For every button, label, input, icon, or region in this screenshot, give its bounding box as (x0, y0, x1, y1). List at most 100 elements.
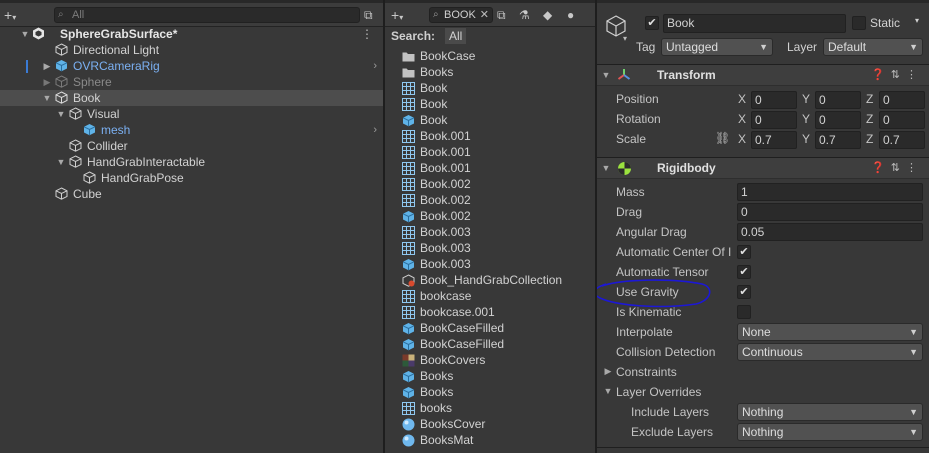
project-asset-item[interactable]: Book (385, 112, 595, 128)
automatic-tensor-checkbox[interactable]: ✔ (737, 265, 751, 279)
project-asset-item[interactable]: Book.002 (385, 176, 595, 192)
project-asset-item[interactable]: Book.003 (385, 256, 595, 272)
project-asset-item[interactable]: BookCaseFilled (385, 320, 595, 336)
search-scope-tab-all[interactable]: All (445, 28, 467, 44)
asset-label: BookCase (420, 49, 476, 63)
mass-field[interactable]: 1 (737, 183, 923, 201)
scale-x-field[interactable]: 0.7 (751, 131, 797, 149)
expand-arrow-icon[interactable]: ▼ (56, 154, 66, 170)
project-asset-item[interactable]: BooksMat (385, 432, 595, 448)
project-asset-item[interactable]: Book.001 (385, 128, 595, 144)
hierarchy-item[interactable]: Directional Light (0, 42, 383, 58)
search-filter-icon[interactable]: ⧉ (497, 7, 506, 23)
collapse-arrow-icon[interactable]: ▶ (42, 58, 52, 74)
expand-arrow-icon[interactable]: ▼ (601, 70, 611, 80)
gameobject-icon (83, 171, 96, 184)
rotation-z-field[interactable]: 0 (879, 111, 925, 129)
project-asset-item[interactable]: Book.001 (385, 160, 595, 176)
filter-by-label-icon[interactable]: ◆ (543, 7, 552, 23)
hierarchy-item-sphere[interactable]: ▶ Sphere (0, 74, 383, 90)
tag-dropdown[interactable]: Untagged ▼ (661, 38, 773, 56)
project-asset-item[interactable]: Book.002 (385, 192, 595, 208)
create-plus-button[interactable]: +▾ (391, 7, 403, 23)
include-layers-dropdown[interactable]: Nothing ▼ (737, 403, 923, 421)
project-asset-item[interactable]: BooksCover (385, 416, 595, 432)
project-asset-item[interactable]: Book.003 (385, 240, 595, 256)
hierarchy-item-handgrabpose[interactable]: HandGrabPose (0, 170, 383, 186)
expand-arrow-icon[interactable]: ▼ (603, 386, 613, 396)
use-gravity-checkbox[interactable]: ✔ (737, 285, 751, 299)
hidden-packages-icon[interactable]: ● (567, 7, 574, 23)
layer-dropdown[interactable]: Default ▼ (823, 38, 923, 56)
project-search-input[interactable]: ⌕ BOOK ✕ (429, 7, 493, 23)
rigidbody-header[interactable]: ▼ Rigidbody ❓⇅⋮ (597, 157, 929, 179)
scale-z-field[interactable]: 0.7 (879, 131, 925, 149)
clear-search-icon[interactable]: ✕ (480, 8, 489, 22)
project-asset-item[interactable]: Books (385, 384, 595, 400)
project-asset-item[interactable]: Books (385, 368, 595, 384)
interpolate-dropdown[interactable]: None ▼ (737, 323, 923, 341)
static-dropdown-caret-icon[interactable]: ▾ (915, 16, 919, 25)
rotation-x-field[interactable]: 0 (751, 111, 797, 129)
position-y-field[interactable]: 0 (815, 91, 861, 109)
hierarchy-options-icon[interactable]: ⧉ (364, 7, 373, 23)
project-asset-item[interactable]: Book (385, 80, 595, 96)
item-label: HandGrabPose (101, 171, 184, 185)
project-asset-item[interactable]: Book.001 (385, 144, 595, 160)
layer-overrides-foldout[interactable]: Layer Overrides (616, 385, 701, 399)
project-asset-item[interactable]: Book.003 (385, 224, 595, 240)
expand-arrow-icon[interactable]: ▼ (20, 26, 30, 42)
hierarchy-search-input[interactable]: ⌕ All (54, 7, 360, 23)
scene-menu-icon[interactable]: ⋮ (361, 26, 373, 42)
position-z-field[interactable]: 0 (879, 91, 925, 109)
icon-dropdown-caret-icon[interactable]: ▾ (623, 34, 627, 43)
hierarchy-item-ovrcamerarig[interactable]: ▶ OVRCameraRig › (0, 58, 383, 74)
collapse-arrow-icon[interactable]: ▶ (42, 74, 52, 90)
component-header-icons[interactable]: ❓⇅⋮ (871, 161, 923, 174)
hierarchy-item-visual[interactable]: ▼ Visual (0, 106, 383, 122)
project-asset-item[interactable]: BookCaseFilled (385, 336, 595, 352)
object-name-field[interactable]: Book (663, 14, 846, 33)
project-asset-item[interactable]: books (385, 400, 595, 416)
project-asset-item[interactable]: BookCase (385, 48, 595, 64)
project-asset-item[interactable]: Books (385, 64, 595, 80)
chevron-right-icon[interactable]: › (373, 122, 377, 138)
expand-arrow-icon[interactable]: ▼ (42, 90, 52, 106)
project-asset-item[interactable]: Book_HandGrabCollection (385, 272, 595, 288)
project-asset-item[interactable]: bookcase (385, 288, 595, 304)
collapse-arrow-icon[interactable]: ▶ (603, 366, 613, 377)
create-plus-button[interactable]: +▾ (4, 7, 16, 23)
transform-header[interactable]: ▼ Transform ❓⇅⋮ (597, 64, 929, 86)
chevron-right-icon[interactable]: › (373, 58, 377, 74)
expand-arrow-icon[interactable]: ▼ (601, 163, 611, 173)
static-checkbox[interactable] (852, 16, 866, 30)
exclude-layers-dropdown[interactable]: Nothing ▼ (737, 423, 923, 441)
project-asset-item[interactable]: BookCovers (385, 352, 595, 368)
filter-by-type-icon[interactable]: ⚗ (519, 7, 530, 23)
automatic-center-of-mass-checkbox[interactable]: ✔ (737, 245, 751, 259)
hierarchy-item-cube[interactable]: Cube (0, 186, 383, 202)
component-header-icons[interactable]: ❓⇅⋮ (871, 68, 923, 81)
project-asset-item[interactable]: Book.002 (385, 208, 595, 224)
prefab-cube-icon (402, 371, 415, 383)
hierarchy-item-collider[interactable]: Collider (0, 138, 383, 154)
project-asset-item[interactable]: Book (385, 96, 595, 112)
drag-field[interactable]: 0 (737, 203, 923, 221)
hierarchy-item-book[interactable]: ▼ Book (0, 90, 383, 106)
expand-arrow-icon[interactable]: ▼ (56, 106, 66, 122)
constrain-proportions-link-icon[interactable]: ⛓ (715, 131, 730, 145)
collision-detection-dropdown[interactable]: Continuous ▼ (737, 343, 923, 361)
project-asset-item[interactable]: bookcase.001 (385, 304, 595, 320)
rotation-y-field[interactable]: 0 (815, 111, 861, 129)
active-checkbox[interactable]: ✔ (645, 16, 659, 30)
position-x-field[interactable]: 0 (751, 91, 797, 109)
item-label: Book (73, 91, 101, 105)
hierarchy-item-mesh[interactable]: mesh › (0, 122, 383, 138)
scale-y-field[interactable]: 0.7 (815, 131, 861, 149)
is-kinematic-checkbox[interactable] (737, 305, 751, 319)
hierarchy-item-handgrabinteractable[interactable]: ▼ HandGrabInteractable (0, 154, 383, 170)
constraints-foldout[interactable]: Constraints (616, 365, 677, 379)
item-label: Cube (73, 187, 102, 201)
angular-drag-field[interactable]: 0.05 (737, 223, 923, 241)
scene-row[interactable]: ▼ SphereGrabSurface* ⋮ (0, 26, 383, 42)
